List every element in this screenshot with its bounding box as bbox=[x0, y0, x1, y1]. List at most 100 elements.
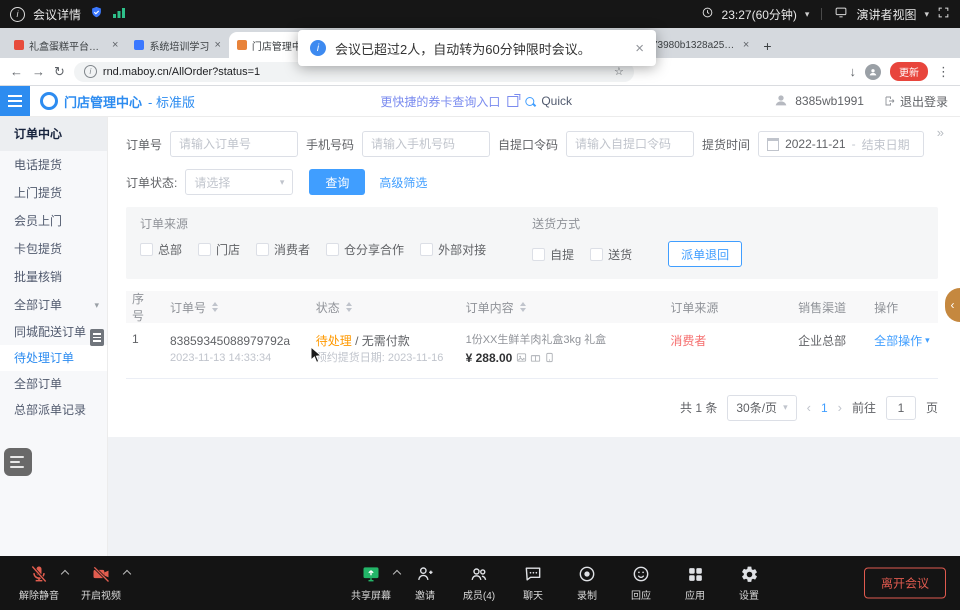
collapse-panel-icon[interactable]: » bbox=[937, 125, 944, 140]
browser-tab[interactable]: 礼盒蛋糕平台管理中心 × bbox=[6, 32, 126, 58]
sidebar-item-batch-verify[interactable]: 批量核销 bbox=[0, 263, 107, 291]
reaction-button[interactable]: 回应 bbox=[614, 564, 668, 602]
phone-input[interactable] bbox=[362, 131, 490, 157]
unmute-button[interactable]: 解除静音 bbox=[12, 564, 66, 602]
page-number[interactable]: 1 bbox=[821, 401, 828, 415]
all-actions-dropdown[interactable]: 全部操作 ▾ bbox=[874, 332, 930, 349]
record-label: 录制 bbox=[577, 587, 597, 602]
menu-kebab-icon[interactable]: ⋮ bbox=[937, 64, 950, 80]
info-icon: i bbox=[310, 40, 326, 56]
checkbox-source-external[interactable]: 外部对接 bbox=[420, 241, 486, 258]
view-mode-label[interactable]: 演讲者视图 bbox=[856, 6, 916, 23]
checkbox-source-warehouse-coop[interactable]: 仓分享合作 bbox=[326, 241, 404, 258]
fullscreen-icon[interactable] bbox=[937, 6, 950, 22]
members-button[interactable]: 成员(4) bbox=[452, 564, 506, 602]
sidebar-item-door-pickup[interactable]: 上门提货 bbox=[0, 179, 107, 207]
sidebar-item-phone-pickup[interactable]: 电话提货 bbox=[0, 151, 107, 179]
checkbox-icon bbox=[590, 248, 603, 261]
checkbox-label: 送货 bbox=[608, 246, 632, 263]
order-status-select[interactable]: 请选择 ▾ bbox=[185, 169, 293, 195]
tab-title: 系统培训学习 bbox=[149, 38, 209, 53]
browser-tab[interactable]: 系统培训学习 × bbox=[126, 32, 228, 58]
sort-icons[interactable] bbox=[520, 302, 526, 312]
settings-label: 设置 bbox=[739, 587, 759, 602]
next-page-icon[interactable]: › bbox=[838, 400, 842, 415]
view-dropdown-icon[interactable]: ▾ bbox=[924, 9, 929, 20]
mic-options-chevron[interactable] bbox=[61, 570, 69, 578]
sort-icons[interactable] bbox=[212, 302, 218, 312]
date-range-picker[interactable]: 2022-11-21 - 结束日期 bbox=[758, 131, 924, 157]
date-end-placeholder[interactable]: 结束日期 bbox=[862, 136, 910, 153]
order-no-input[interactable] bbox=[170, 131, 298, 157]
apps-label: 应用 bbox=[685, 587, 705, 602]
invite-button[interactable]: 邀请 bbox=[398, 564, 452, 602]
sidebar-item-hq-dispatch-records[interactable]: 总部派单记录 bbox=[0, 397, 107, 423]
meeting-topbar: i 会议详情 23:27(60分钟) ▾ 演讲者视图 ▾ bbox=[0, 0, 960, 28]
tab-close-icon[interactable]: × bbox=[112, 40, 118, 51]
app-logo-icon bbox=[40, 92, 58, 110]
cell-channel: 企业总部 bbox=[792, 332, 868, 349]
leave-meeting-button[interactable]: 离开会议 bbox=[864, 568, 946, 599]
share-screen-button[interactable]: 共享屏幕 bbox=[344, 564, 398, 602]
sort-icons[interactable] bbox=[346, 302, 352, 312]
toast-text: 会议已超过2人，自动转为60分钟限时会议。 bbox=[335, 39, 591, 58]
checkbox-delivery-pickup[interactable]: 自提 bbox=[532, 246, 574, 263]
advanced-filter-link[interactable]: 高级筛选 bbox=[379, 174, 427, 191]
bookmark-star-icon[interactable]: ☆ bbox=[614, 65, 624, 78]
browser-profile-avatar[interactable] bbox=[865, 64, 881, 80]
goto-page-input[interactable] bbox=[886, 396, 916, 420]
col-order-no: 订单号 bbox=[164, 299, 310, 316]
username[interactable]: 8385wb1991 bbox=[795, 94, 864, 108]
quick-label[interactable]: Quick bbox=[541, 94, 572, 108]
meeting-details-label[interactable]: 会议详情 bbox=[33, 6, 81, 23]
forward-icon[interactable]: → bbox=[32, 64, 45, 79]
prev-page-icon[interactable]: ‹ bbox=[807, 400, 811, 415]
video-options-chevron[interactable] bbox=[123, 570, 131, 578]
sidebar-item-all-orders[interactable]: 全部订单 bbox=[0, 371, 107, 397]
sidebar-group-all-orders[interactable]: 全部订单 ▾ bbox=[0, 291, 107, 319]
sidebar-drag-handle-icon[interactable] bbox=[90, 329, 104, 346]
external-link-icon[interactable] bbox=[507, 96, 518, 107]
start-video-label: 开启视频 bbox=[81, 587, 121, 602]
reload-icon[interactable]: ↻ bbox=[54, 64, 65, 80]
tab-close-icon[interactable]: × bbox=[743, 40, 749, 51]
record-button[interactable]: 录制 bbox=[560, 564, 614, 602]
sidebar-item-member-visit[interactable]: 会员上门 bbox=[0, 207, 107, 235]
user-avatar-icon bbox=[773, 92, 789, 111]
logout-button[interactable]: 退出登录 bbox=[884, 93, 948, 110]
sidebar-item-card-pickup[interactable]: 卡包提货 bbox=[0, 235, 107, 263]
settings-button[interactable]: 设置 bbox=[722, 564, 776, 602]
tab-close-icon[interactable]: × bbox=[214, 40, 220, 51]
search-button[interactable]: 查询 bbox=[309, 169, 365, 195]
meeting-topbar-right: 23:27(60分钟) ▾ 演讲者视图 ▾ bbox=[701, 6, 950, 23]
hamburger-menu-icon[interactable] bbox=[0, 86, 30, 116]
checkbox-label: 消费者 bbox=[274, 241, 310, 258]
quick-entry-link[interactable]: 更快捷的券卡查询入口 bbox=[380, 93, 500, 110]
page-size-select[interactable]: 30条/页 ▾ bbox=[727, 395, 796, 421]
browser-update-button[interactable]: 更新 bbox=[890, 62, 928, 81]
order-status-label: 订单状态: bbox=[126, 174, 177, 191]
start-video-button[interactable]: 开启视频 bbox=[74, 564, 128, 602]
downloads-icon[interactable]: ↓ bbox=[850, 64, 857, 79]
security-shield-icon[interactable] bbox=[89, 5, 104, 23]
date-start-value[interactable]: 2022-11-21 bbox=[785, 137, 846, 151]
network-signal-icon[interactable] bbox=[112, 6, 126, 22]
new-tab-button[interactable]: + bbox=[763, 38, 771, 54]
cell-content: 1份XX生鲜羊肉礼盒3kg 礼盒 ¥ 288.00 bbox=[460, 332, 665, 368]
chat-button[interactable]: 聊天 bbox=[506, 564, 560, 602]
pickup-time-label: 提货时间 bbox=[702, 136, 750, 153]
floating-list-tool-icon[interactable] bbox=[4, 448, 32, 476]
checkbox-source-hq[interactable]: 总部 bbox=[140, 241, 182, 258]
site-info-icon[interactable]: i bbox=[84, 65, 97, 78]
sidebar-item-pending-orders[interactable]: 待处理订单 bbox=[0, 345, 107, 371]
timer-dropdown-icon[interactable]: ▾ bbox=[805, 9, 810, 20]
back-icon[interactable]: ← bbox=[10, 64, 23, 79]
dispatch-return-button[interactable]: 派单退回 bbox=[668, 241, 742, 267]
toast-close-icon[interactable]: × bbox=[635, 40, 644, 57]
pickup-code-input[interactable] bbox=[566, 131, 694, 157]
checkbox-delivery-send[interactable]: 送货 bbox=[590, 246, 632, 263]
checkbox-source-consumer[interactable]: 消费者 bbox=[256, 241, 310, 258]
checkbox-source-store[interactable]: 门店 bbox=[198, 241, 240, 258]
apps-button[interactable]: 应用 bbox=[668, 564, 722, 602]
search-icon[interactable] bbox=[525, 97, 534, 106]
